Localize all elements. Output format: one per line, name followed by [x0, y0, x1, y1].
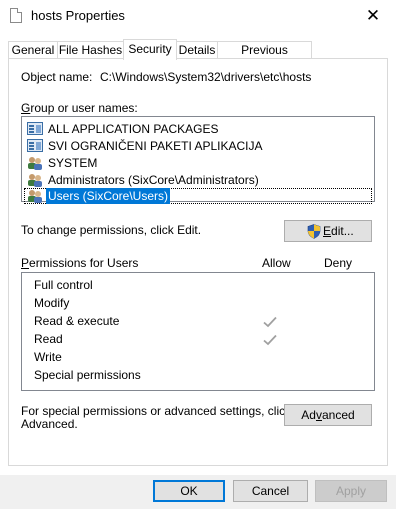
- list-item-selected[interactable]: Users (SixCore\Users): [24, 188, 372, 204]
- tab-file-hashes[interactable]: File Hashes: [57, 41, 124, 58]
- permission-row: Write: [34, 350, 62, 364]
- users-group-icon: [28, 174, 42, 187]
- permissions-header: Permissions for Users: [21, 256, 139, 270]
- list-item-label: SVI OGRANIČENI PAKETI APLIKACIJA: [48, 139, 263, 153]
- list-item[interactable]: SYSTEM: [24, 155, 372, 171]
- title-bar: hosts Properties ✕: [0, 0, 396, 32]
- deny-column-header: Deny: [324, 256, 353, 270]
- tab-strip: General File Hashes Security Details Pre…: [8, 39, 388, 74]
- permission-label: Full control: [34, 278, 93, 292]
- permission-label: Read & execute: [34, 314, 120, 328]
- dialog-footer: OK Cancel Apply: [0, 475, 396, 509]
- permissions-list: Full control Modify Read & execute Read …: [21, 272, 375, 391]
- permission-row: Full control: [34, 278, 93, 292]
- tab-general[interactable]: General: [8, 41, 58, 58]
- app-package-icon: [27, 122, 43, 135]
- tab-security[interactable]: Security: [123, 39, 177, 60]
- advanced-button[interactable]: Advanced: [284, 404, 372, 426]
- list-item-label: SYSTEM: [48, 156, 98, 170]
- list-item-label: Users (SixCore\Users): [46, 188, 171, 204]
- edit-button-label: Edit...: [323, 224, 354, 238]
- permission-label: Modify: [34, 296, 70, 310]
- permission-row: Read & execute: [34, 314, 119, 328]
- edit-button[interactable]: Edit...: [284, 220, 372, 242]
- change-permissions-text: To change permissions, click Edit.: [21, 223, 202, 237]
- tab-details[interactable]: Details: [176, 41, 218, 58]
- allow-checkmark-icon: [263, 334, 277, 346]
- permission-label: Write: [34, 350, 62, 364]
- close-button[interactable]: ✕: [350, 0, 396, 32]
- list-item-label: Administrators (SixCore\Administrators): [48, 173, 259, 187]
- list-item[interactable]: Administrators (SixCore\Administrators): [24, 172, 372, 188]
- apply-button[interactable]: Apply: [315, 480, 387, 502]
- permission-row: Modify: [34, 296, 69, 310]
- object-name-value: C:\Windows\System32\drivers\etc\hosts: [100, 70, 312, 84]
- list-item[interactable]: SVI OGRANIČENI PAKETI APLIKACIJA: [24, 138, 372, 154]
- group-names-label: Group or user names:: [21, 101, 138, 115]
- special-permissions-text-line1: For special permissions or advanced sett…: [21, 404, 292, 418]
- users-group-icon: [28, 157, 42, 170]
- users-group-icon: [28, 190, 42, 203]
- window-title: hosts Properties: [31, 8, 125, 23]
- permission-label: Read: [34, 332, 63, 346]
- ok-button[interactable]: OK: [153, 480, 225, 502]
- cancel-button[interactable]: Cancel: [233, 480, 308, 502]
- list-item[interactable]: ALL APPLICATION PACKAGES: [24, 121, 372, 137]
- tab-previous-versions[interactable]: Previous Versions: [217, 41, 312, 74]
- allow-column-header: Allow: [262, 256, 291, 270]
- file-icon: [10, 8, 22, 23]
- list-item-label: ALL APPLICATION PACKAGES: [48, 122, 219, 136]
- permission-row: Special permissions: [34, 368, 141, 382]
- app-package-icon: [27, 139, 43, 152]
- object-name-label: Object name:: [21, 70, 93, 84]
- special-permissions-text-line2: Advanced.: [21, 417, 78, 431]
- permission-row: Read: [34, 332, 63, 346]
- group-user-list[interactable]: ALL APPLICATION PACKAGES SVI OGRANIČENI …: [21, 116, 375, 204]
- shield-icon: [307, 224, 321, 239]
- allow-checkmark-icon: [263, 316, 277, 328]
- permission-label: Special permissions: [34, 368, 141, 382]
- close-icon: ✕: [365, 6, 381, 25]
